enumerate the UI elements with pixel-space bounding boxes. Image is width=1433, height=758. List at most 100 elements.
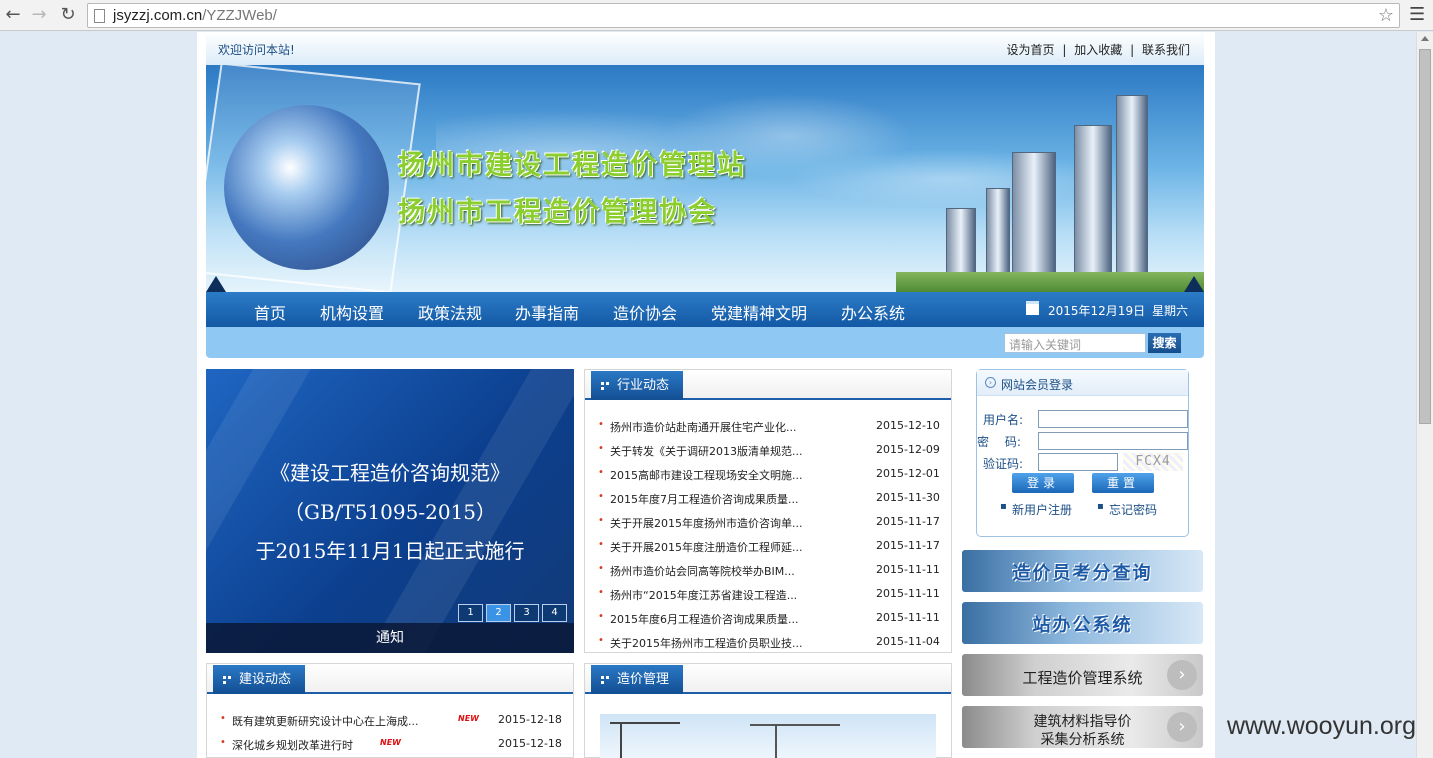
current-date: 2015年12月19日 [1048, 304, 1146, 318]
news-title[interactable]: 既有建筑更新研究设计中心在上海成... [232, 713, 419, 729]
glass-cube-graphic [206, 65, 421, 292]
forgot-password-link[interactable]: 忘记密码 [1109, 501, 1157, 518]
news-date: 2015-12-10 [876, 419, 940, 432]
bullet-icon: • [598, 611, 604, 622]
list-item[interactable]: • 2015高邮市建设工程现场安全文明施... 2015-12-01 [598, 462, 940, 486]
reset-button[interactable]: 重置 [1092, 473, 1154, 493]
score-query-button[interactable]: 造价员考分查询 [962, 550, 1203, 592]
news-title[interactable]: 扬州市“2015年度江苏省建设工程造... [610, 587, 797, 603]
news-title[interactable]: 深化城乡规划改革进行时 [232, 737, 353, 753]
list-item[interactable]: • 深化城乡规划改革进行时 NEW 2015-12-18 [220, 732, 565, 756]
bullet-icon: • [220, 737, 226, 748]
list-item[interactable]: • 2015年度6月工程造价咨询成果质量... 2015-11-11 [598, 606, 940, 630]
list-item[interactable]: • 扬州市造价站赴南通开展住宅产业化... 2015-12-10 [598, 414, 940, 438]
nav-policies[interactable]: 政策法规 [418, 300, 482, 324]
bullet-icon: • [598, 491, 604, 502]
chevron-right-icon: › [1167, 712, 1197, 742]
captcha-image[interactable]: FCX4 [1123, 453, 1183, 471]
calendar-icon [1026, 301, 1039, 315]
captcha-input[interactable] [1038, 453, 1118, 471]
new-badge: NEW [380, 738, 401, 747]
cost-management-system-button[interactable]: 工程造价管理系统 › [962, 654, 1203, 696]
industry-news-panel: 行业动态 • 扬州市造价站赴南通开展住宅产业化... 2015-12-10 • 关于转发… [584, 369, 952, 653]
vertical-scrollbar[interactable] [1416, 32, 1433, 758]
current-weekday: 星期六 [1152, 304, 1189, 318]
scrollbar-thumb[interactable] [1419, 49, 1431, 424]
login-button[interactable]: 登录 [1012, 473, 1074, 493]
bullet-icon: • [598, 563, 604, 574]
nav-organization[interactable]: 机构设置 [320, 300, 384, 324]
register-link[interactable]: 新用户注册 [1012, 501, 1072, 518]
industry-news-tab[interactable]: 行业动态 [591, 371, 684, 400]
slide-pager-4[interactable]: 4 [542, 604, 567, 622]
bullet-icon: • [598, 443, 604, 454]
bookmark-star-icon[interactable]: ☆ [1378, 5, 1394, 26]
skyscraper-graphic [1074, 125, 1112, 280]
nav-home[interactable]: 首页 [254, 300, 286, 324]
menu-icon[interactable]: ☰ [1409, 4, 1425, 25]
bullet-icon: • [598, 587, 604, 598]
chevron-right-icon: › [1167, 660, 1197, 690]
news-date: 2015-11-30 [876, 491, 940, 504]
news-date: 2015-12-18 [498, 737, 562, 750]
notice-slideshow[interactable]: 《建设工程造价咨询规范》 （GB/T51095-2015） 于2015年11月1… [206, 369, 574, 653]
news-title[interactable]: 2015高邮市建设工程现场安全文明施... [610, 467, 802, 483]
news-title[interactable]: 扬州市造价站赴南通开展住宅产业化... [610, 419, 797, 435]
skyscraper-graphic [1116, 95, 1148, 280]
username-input[interactable] [1038, 410, 1188, 428]
office-system-button[interactable]: 站办公系统 [962, 602, 1203, 644]
list-item[interactable]: • 关于开展2015年度扬州市造价咨询单... 2015-11-17 [598, 510, 940, 534]
news-date: 2015-11-17 [876, 515, 940, 528]
contact-us-link[interactable]: 联系我们 [1142, 43, 1190, 57]
skyscraper-graphic [986, 188, 1010, 280]
scroll-up-arrow-icon[interactable] [1421, 36, 1429, 41]
slide-caption[interactable]: 通知 [206, 623, 574, 653]
panel-header: 行业动态 [585, 370, 951, 400]
separator: | [1062, 43, 1067, 57]
page-icon [94, 9, 105, 23]
news-date: 2015-12-09 [876, 443, 940, 456]
list-item[interactable]: • 关于2015年扬州市工程造价员职业技... 2015-11-04 [598, 630, 940, 654]
search-button[interactable]: 搜索 [1148, 333, 1181, 353]
reload-icon[interactable]: ↻ [57, 4, 79, 26]
list-item[interactable]: • 既有建筑更新研究设计中心在上海成... NEW 2015-12-18 [220, 708, 565, 732]
set-homepage-link[interactable]: 设为首页 [1007, 43, 1055, 57]
nav-party-building[interactable]: 党建精神文明 [711, 300, 807, 324]
password-input[interactable] [1038, 432, 1188, 450]
address-bar[interactable]: jsyzzj.com.cn/YZZJWeb/ ☆ [87, 3, 1400, 28]
cost-management-tab[interactable]: 造价管理 [591, 665, 684, 694]
slide-pager-2[interactable]: 2 [486, 604, 511, 622]
news-title[interactable]: 关于2015年扬州市工程造价员职业技... [610, 635, 802, 651]
list-item[interactable]: • 2015年度7月工程造价咨询成果质量... 2015-11-30 [598, 486, 940, 510]
list-item[interactable]: • 扬州市造价站会同高等院校举办BIM... 2015-11-11 [598, 558, 940, 582]
url-text[interactable]: jsyzzj.com.cn/YZZJWeb/ [113, 7, 277, 24]
back-arrow-icon[interactable]: ← [2, 4, 24, 26]
slide-pager-1[interactable]: 1 [458, 604, 483, 622]
list-item[interactable]: • 扬州市“2015年度江苏省建设工程造... 2015-11-11 [598, 582, 940, 606]
list-item[interactable]: • 关于转发《关于调研2013版清单规范... 2015-12-09 [598, 438, 940, 462]
skyscraper-graphic [1012, 152, 1056, 280]
url-host: jsyzzj.com.cn [113, 7, 203, 24]
news-title[interactable]: 扬州市造价站会同高等院校举办BIM... [610, 563, 795, 579]
news-title[interactable]: 2015年度6月工程造价咨询成果质量... [610, 611, 798, 627]
construction-news-tab[interactable]: 建设动态 [213, 665, 306, 694]
news-title[interactable]: 2015年度7月工程造价咨询成果质量... [610, 491, 798, 507]
nav-association[interactable]: 造价协会 [613, 300, 677, 324]
search-input[interactable]: 请输入关键词 [1004, 333, 1146, 353]
nav-guide[interactable]: 办事指南 [515, 300, 579, 324]
bullet-icon: • [598, 539, 604, 550]
add-favorite-link[interactable]: 加入收藏 [1074, 43, 1122, 57]
news-title[interactable]: 关于开展2015年度注册造价工程师延... [610, 539, 802, 555]
news-title[interactable]: 关于转发《关于调研2013版清单规范... [610, 443, 802, 459]
forward-arrow-icon[interactable]: → [28, 4, 50, 26]
construction-site-photo[interactable] [600, 714, 936, 758]
bullet-icon: ▪ [1000, 501, 1007, 512]
material-price-system-button[interactable]: 建筑材料指导价 采集分析系统 › [962, 706, 1203, 748]
nav-office-system[interactable]: 办公系统 [841, 300, 905, 324]
captcha-label: 验证码: [983, 457, 1024, 471]
list-item[interactable]: • 关于开展2015年度注册造价工程师延... 2015-11-17 [598, 534, 940, 558]
news-title[interactable]: 关于开展2015年度扬州市造价咨询单... [610, 515, 802, 531]
slide-pager-3[interactable]: 3 [514, 604, 539, 622]
page: 欢迎访问本站! 设为首页 | 加入收藏 | 联系我们 扬州市建设工程造价管理站 … [197, 32, 1215, 758]
banner-title-1: 扬州市建设工程造价管理站 [398, 150, 746, 181]
